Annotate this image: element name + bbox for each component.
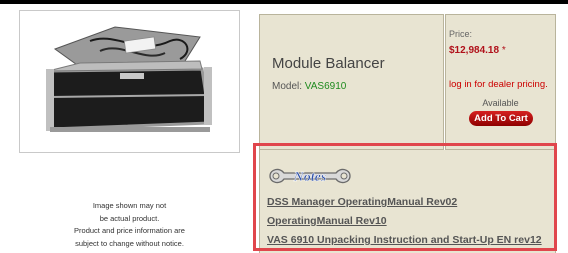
disclaimer-line: Image shown may not [92, 201, 167, 210]
dealer-login-link[interactable]: log in for dealer pricing. [449, 79, 548, 90]
product-image[interactable] [19, 10, 240, 153]
price-label: Price: [449, 29, 473, 39]
document-link[interactable]: VAS 6910 Unpacking Instruction and Start… [267, 234, 542, 246]
disclaimer-line: subject to change without notice. [75, 238, 184, 248]
price-marker: * [501, 45, 506, 56]
product-info-panel: Module Balancer Model: VAS6910 [259, 14, 444, 150]
model-label: Model: [272, 81, 303, 92]
model-row: Model: VAS6910 [272, 81, 346, 92]
disclaimer-line: be actual product. [99, 213, 160, 223]
document-link[interactable]: OperatingManual Rev10 [267, 215, 387, 227]
availability-status: Available [482, 98, 519, 108]
price-amount: $12,984.18 [449, 45, 500, 56]
notes-badge: Notes [268, 161, 352, 191]
price-value: $12,984.18 * [449, 45, 506, 56]
document-link[interactable]: DSS Manager OperatingManual Rev02 [267, 196, 457, 208]
top-rule [0, 0, 568, 4]
add-to-cart-button[interactable]: Add To Cart [469, 111, 533, 126]
notes-badge-text: Notes [293, 170, 327, 185]
disclaimer-line: Product and price information are [74, 226, 185, 235]
model-value: VAS6910 [304, 81, 347, 92]
image-disclaimer: Image shown may not be actual product. P… [19, 200, 240, 250]
product-title: Module Balancer [272, 55, 385, 72]
equipment-case-photo [46, 26, 212, 132]
price-panel: Price: $12,984.18 * log in for dealer pr… [445, 14, 556, 150]
